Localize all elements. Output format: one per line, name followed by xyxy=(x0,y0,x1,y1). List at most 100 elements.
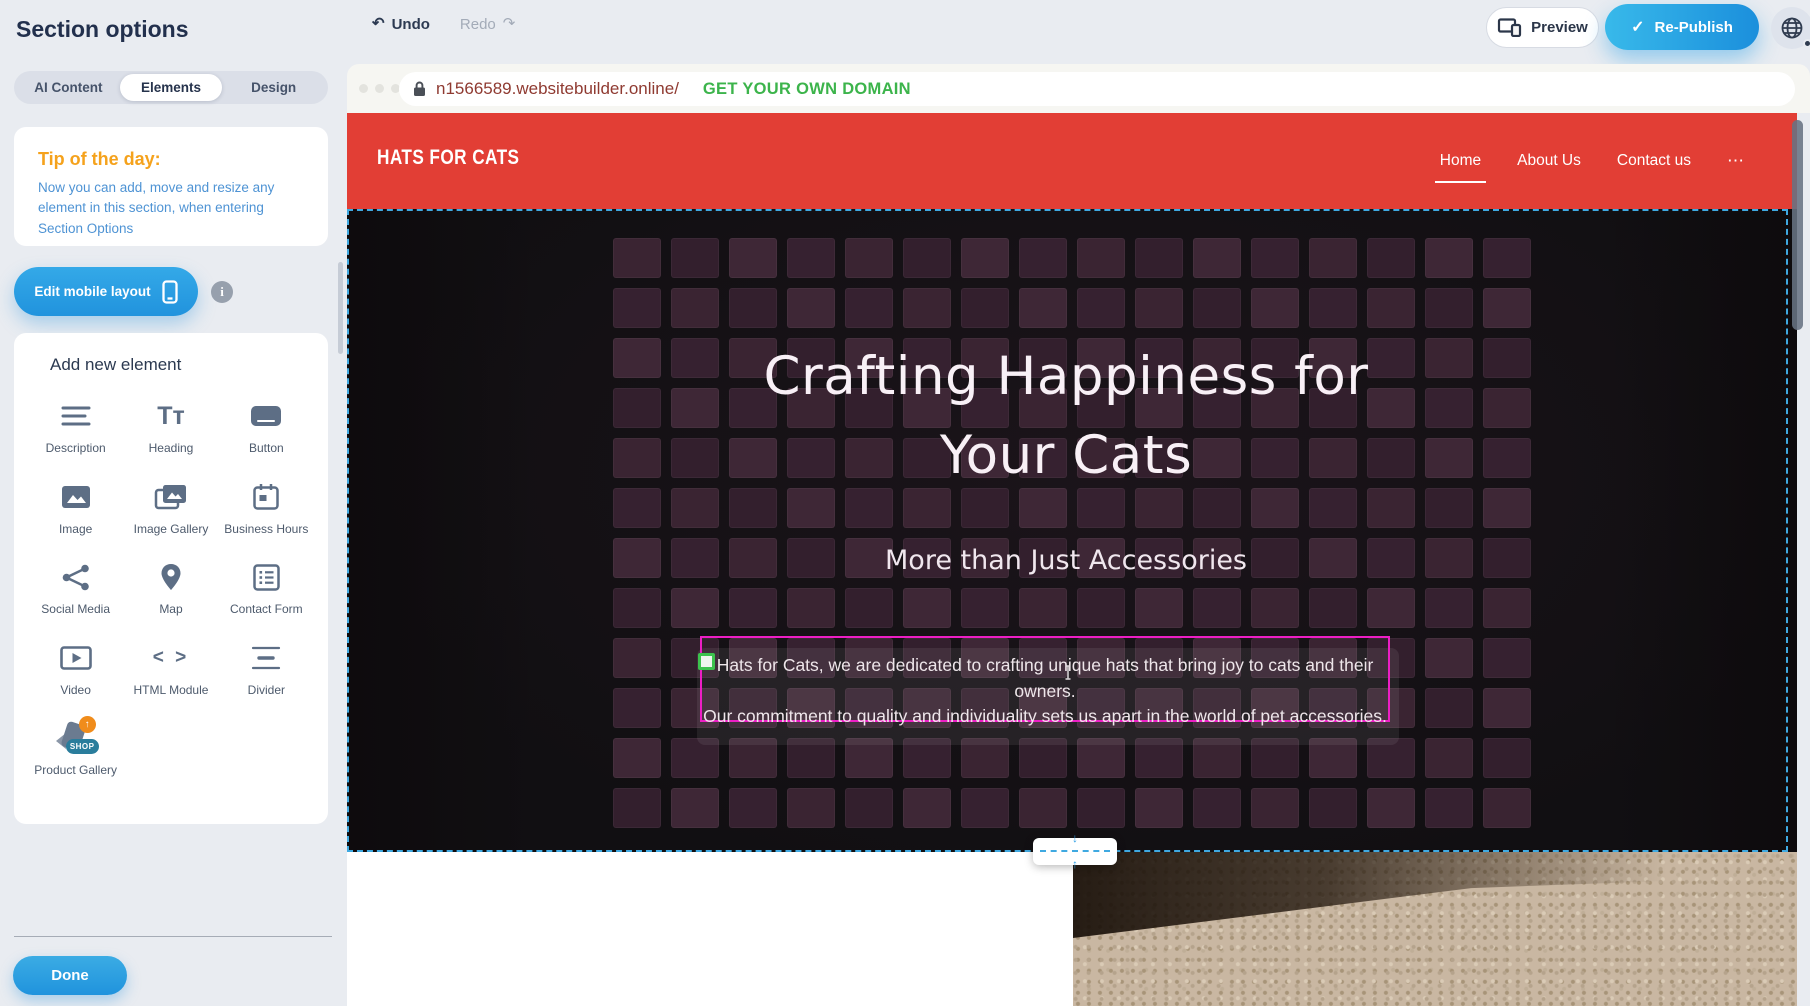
element-item-label: Business Hours xyxy=(222,522,310,538)
button-icon xyxy=(219,397,314,435)
preview-button[interactable]: Preview xyxy=(1486,7,1599,48)
hero-tile xyxy=(613,238,661,278)
nav-item-about-us[interactable]: About Us xyxy=(1517,152,1581,170)
url-text: n1566589.websitebuilder.online/ xyxy=(436,79,679,99)
hero-tile xyxy=(1135,788,1183,828)
site-header: HATS FOR CATS Home About Us Contact us ⋯ xyxy=(347,113,1797,209)
tip-title: Tip of the day: xyxy=(38,149,328,170)
site-logo[interactable]: HATS FOR CATS xyxy=(377,146,519,170)
element-item-divider[interactable]: Divider xyxy=(219,631,314,699)
element-item-label: Social Media xyxy=(32,602,120,618)
page-title: Section options xyxy=(16,16,189,43)
sidebar-divider xyxy=(14,936,332,937)
republish-button[interactable]: ✓ Re-Publish xyxy=(1605,4,1759,50)
hero-tile xyxy=(613,688,661,728)
element-item-label: Image Gallery xyxy=(127,522,215,538)
pavement-photo xyxy=(1073,852,1797,1006)
done-button[interactable]: Done xyxy=(13,956,127,995)
tab-elements[interactable]: Elements xyxy=(120,74,223,101)
product-gallery-icon: ↑ SHOP xyxy=(28,719,123,757)
element-item-html-module[interactable]: < > HTML Module xyxy=(123,631,218,699)
hero-tile xyxy=(787,238,835,278)
hero-section[interactable]: Crafting Happiness for Your Cats More th… xyxy=(347,209,1797,852)
page-scrollbar-thumb[interactable] xyxy=(1792,120,1803,330)
hero-tile xyxy=(1077,288,1125,328)
address-bar[interactable]: n1566589.websitebuilder.online/ GET YOUR… xyxy=(399,72,1795,106)
hero-tile xyxy=(613,288,661,328)
hero-tile xyxy=(1135,588,1183,628)
hero-heading[interactable]: Crafting Happiness for Your Cats xyxy=(347,337,1785,495)
tip-of-the-day-card: Tip of the day: Now you can add, move an… xyxy=(14,127,328,246)
hero-tile xyxy=(1077,238,1125,278)
undo-button[interactable]: ↶ Undo xyxy=(372,14,430,34)
hero-tile xyxy=(1019,288,1067,328)
hero-tile xyxy=(1193,288,1241,328)
arrow-down-icon: ↓ xyxy=(1033,832,1117,844)
element-item-map[interactable]: Map xyxy=(123,550,218,618)
hero-tile xyxy=(671,288,719,328)
hero-tile xyxy=(1367,288,1415,328)
hero-tile xyxy=(1309,288,1357,328)
hero-subheading[interactable]: More than Just Accessories xyxy=(347,545,1785,576)
window-control-dots xyxy=(359,84,400,93)
element-item-contact-form[interactable]: Contact Form xyxy=(219,550,314,618)
site-preview: HATS FOR CATS Home About Us Contact us ⋯… xyxy=(347,113,1797,1006)
paragraph-selection-box[interactable]: Hats for Cats, we are dedicated to craft… xyxy=(700,636,1390,722)
element-item-video[interactable]: Video xyxy=(28,631,123,699)
hero-tile xyxy=(1135,288,1183,328)
nav-item-contact-us[interactable]: Contact us xyxy=(1617,152,1691,170)
element-item-image-gallery[interactable]: Image Gallery xyxy=(123,470,218,538)
element-item-heading[interactable]: Tт Heading xyxy=(123,389,218,457)
selection-resize-handle[interactable] xyxy=(698,653,715,670)
resize-dashed-line xyxy=(1040,850,1110,852)
info-icon[interactable]: i xyxy=(211,281,233,303)
hero-tile xyxy=(613,588,661,628)
element-item-description[interactable]: Description xyxy=(28,389,123,457)
hero-tile xyxy=(1425,688,1473,728)
hero-tile xyxy=(961,288,1009,328)
get-your-own-domain-link[interactable]: GET YOUR OWN DOMAIN xyxy=(703,80,911,99)
hero-tile xyxy=(1483,288,1531,328)
hero-tile xyxy=(845,588,893,628)
tab-design[interactable]: Design xyxy=(222,74,325,101)
edit-mobile-layout-button[interactable]: Edit mobile layout xyxy=(14,267,198,316)
hero-tile xyxy=(1193,588,1241,628)
sidebar-scrollbar[interactable] xyxy=(338,262,343,354)
nav-more-icon[interactable]: ⋯ xyxy=(1727,151,1745,171)
hero-tile xyxy=(1251,588,1299,628)
hero-tile xyxy=(1019,788,1067,828)
element-item-button[interactable]: Button xyxy=(219,389,314,457)
element-item-label: Description xyxy=(32,441,120,457)
element-item-business-hours[interactable]: Business Hours xyxy=(219,470,314,538)
element-item-label: HTML Module xyxy=(127,683,215,699)
hero-paragraph[interactable]: Hats for Cats, we are dedicated to craft… xyxy=(702,638,1388,730)
check-icon: ✓ xyxy=(1631,17,1644,37)
hero-tile xyxy=(1019,238,1067,278)
language-globe-button[interactable] xyxy=(1771,7,1810,49)
nav-item-home[interactable]: Home xyxy=(1440,152,1481,170)
element-item-social-media[interactable]: Social Media xyxy=(28,550,123,618)
section-resize-handle[interactable]: ↓ ↑ xyxy=(1033,838,1117,865)
image-gallery-icon xyxy=(123,478,218,516)
element-item-label: Heading xyxy=(127,441,215,457)
next-section[interactable] xyxy=(347,852,1797,1006)
social-media-icon xyxy=(28,558,123,596)
element-item-label: Image xyxy=(32,522,120,538)
hero-tile xyxy=(903,288,951,328)
hero-tile xyxy=(1425,588,1473,628)
hero-tile xyxy=(729,788,777,828)
hero-tile xyxy=(1019,588,1067,628)
hero-tile xyxy=(1251,288,1299,328)
redo-button[interactable]: Redo ↷ xyxy=(460,14,515,34)
element-grid: Description Tт Heading Button Image xyxy=(14,389,328,779)
hero-tile xyxy=(1483,738,1531,778)
hero-tile xyxy=(729,288,777,328)
element-item-product-gallery[interactable]: ↑ SHOP Product Gallery xyxy=(28,711,123,779)
element-item-image[interactable]: Image xyxy=(28,470,123,538)
undo-icon: ↶ xyxy=(372,14,385,34)
hero-tile xyxy=(1309,588,1357,628)
tab-ai-content[interactable]: AI Content xyxy=(17,74,120,101)
upload-arrow-badge: ↑ xyxy=(79,716,96,733)
hero-tile xyxy=(1483,588,1531,628)
hero-tile xyxy=(903,788,951,828)
